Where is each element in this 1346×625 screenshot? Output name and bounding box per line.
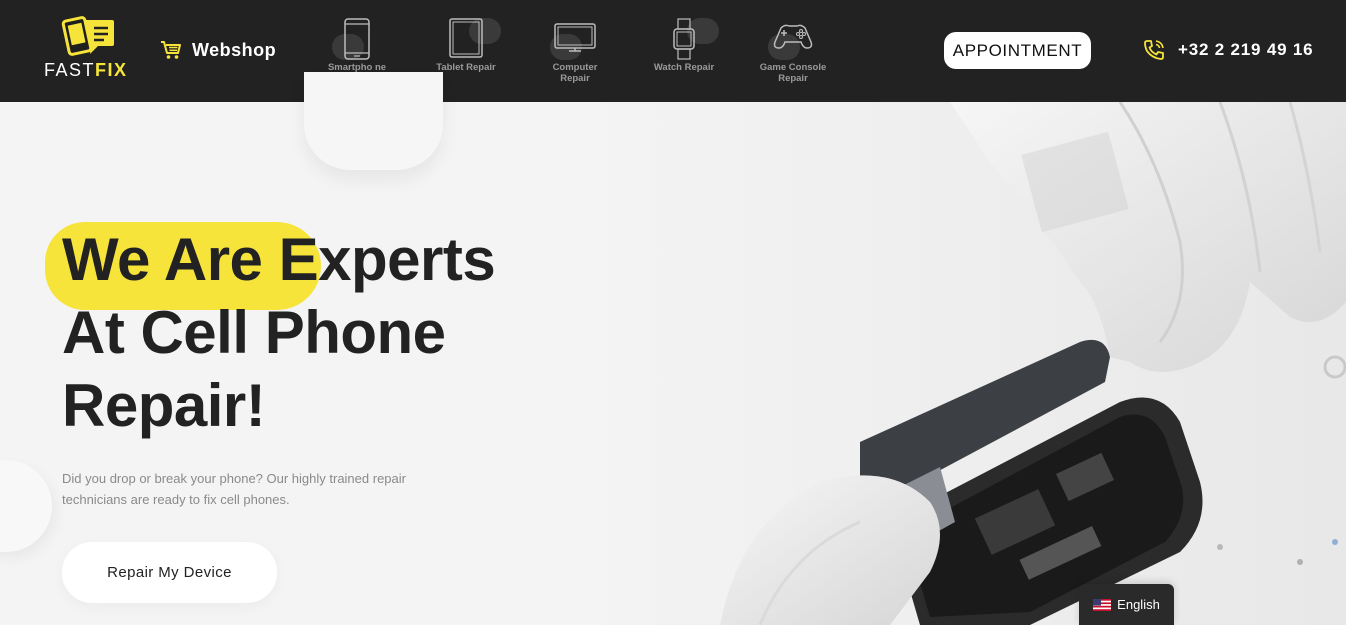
nav-computer-repair[interactable]: Computer Repair [540, 16, 610, 84]
phone-icon [1144, 40, 1164, 60]
headline-line-2: At Cell Phone [62, 299, 446, 366]
language-label: English [1117, 597, 1160, 612]
watch-icon [673, 18, 695, 60]
smartphone-icon [344, 18, 370, 60]
gamepad-icon [773, 24, 813, 49]
cart-icon [161, 41, 181, 59]
logo-text: FASTFIX [44, 60, 128, 80]
decorative-shape [304, 72, 443, 170]
hero-image-phone-repair [560, 102, 1346, 625]
logo-phone-icon [61, 16, 114, 56]
us-flag-icon [1093, 598, 1112, 611]
webshop-link[interactable]: Webshop [160, 38, 276, 62]
phone-link[interactable]: +32 2 219 49 16 [1142, 38, 1313, 62]
nav-watch-repair[interactable]: Watch Repair [649, 16, 719, 73]
nav-label: Watch Repair [653, 62, 715, 73]
repair-my-device-button[interactable]: Repair My Device [62, 542, 277, 603]
language-switcher[interactable]: English [1079, 584, 1174, 625]
tablet-icon [449, 18, 483, 58]
phone-number: +32 2 219 49 16 [1178, 40, 1314, 59]
hero-description: Did you drop or break your phone? Our hi… [62, 471, 406, 507]
appointment-button[interactable]: APPOINTMENT [944, 32, 1091, 69]
computer-icon [554, 23, 596, 52]
nav-tablet-repair[interactable]: Tablet Repair [431, 16, 501, 73]
nav-label: Game Console Repair [759, 62, 827, 84]
headline-line-3: Repair! [62, 372, 266, 439]
webshop-label: Webshop [192, 39, 277, 60]
nav-game-console-repair[interactable]: Game Console Repair [758, 16, 828, 84]
nav-label: Computer Repair [552, 62, 598, 84]
decorative-circle [0, 460, 52, 552]
hero-headline: We Are Experts At Cell Phone Repair! [62, 223, 622, 442]
fastfix-logo[interactable]: FASTFIX [44, 16, 134, 82]
site-header: FASTFIX Webshop Smartpho ne Repair [0, 0, 1346, 102]
headline-line-1: We Are Experts [62, 226, 496, 293]
